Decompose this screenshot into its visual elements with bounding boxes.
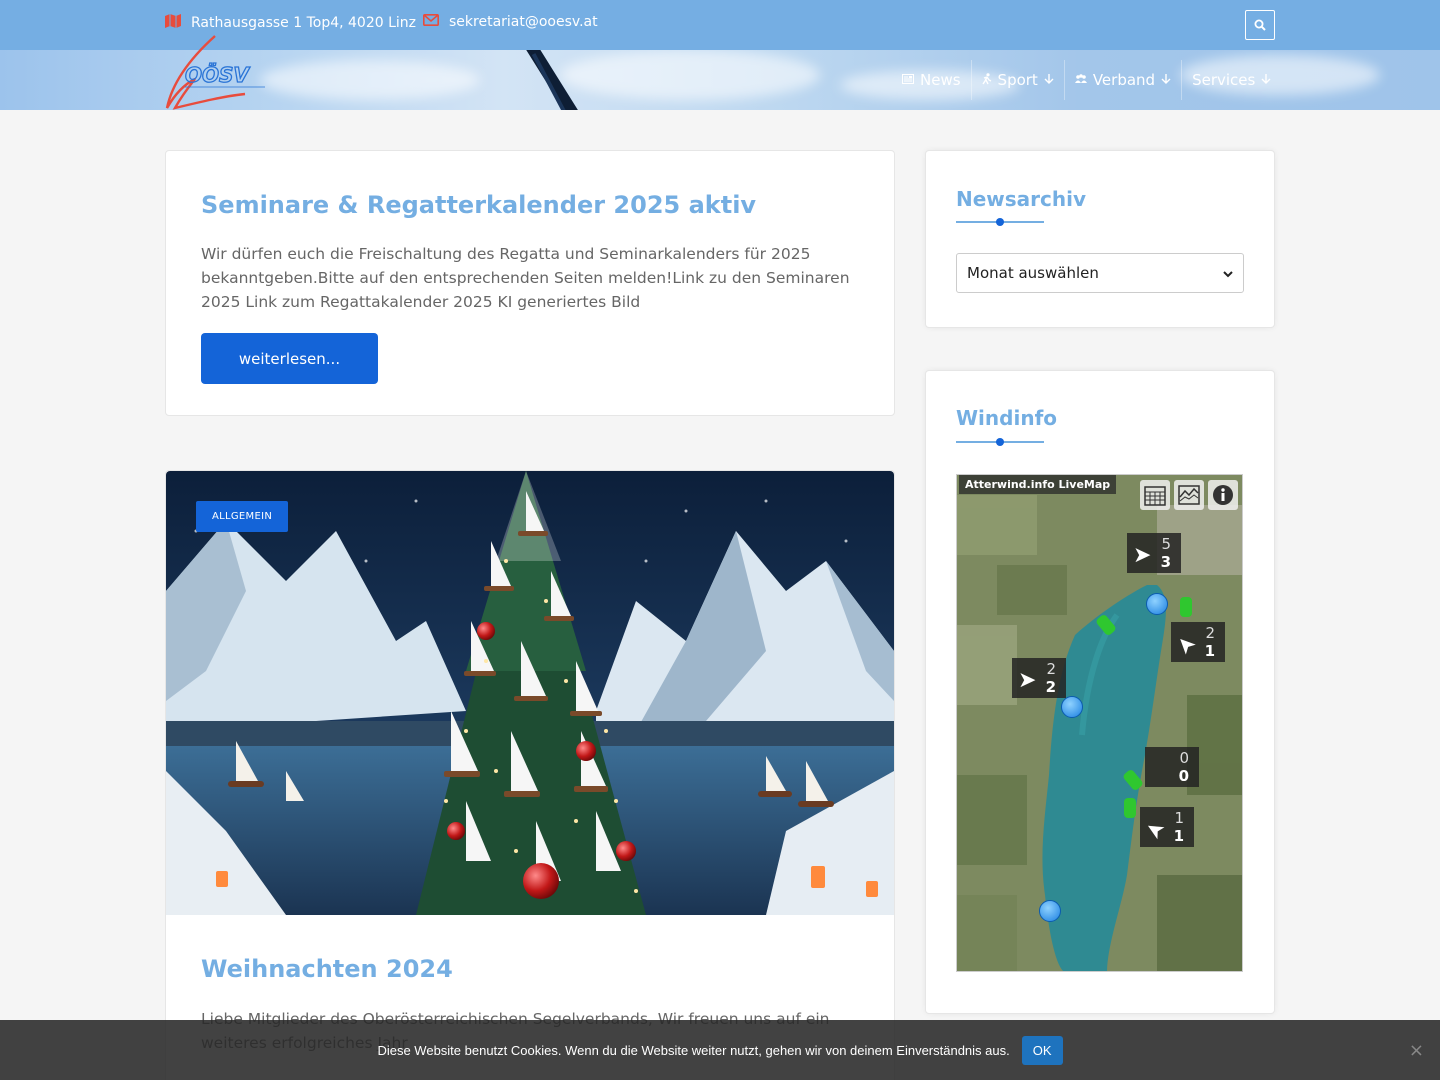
buoy-marker[interactable] [1039,900,1061,922]
arrow-down-icon [1044,71,1054,89]
envelope-icon [423,14,439,30]
wind-station[interactable]: ➤ 2 2 [1012,658,1066,698]
close-icon[interactable]: × [1409,1040,1424,1061]
wind-station[interactable]: 0 0 [1145,747,1199,787]
windinfo-widget: Windinfo Atterwind.info LiveMap ➤ 5 3 ➤ … [925,370,1275,1014]
nav-item-services[interactable]: Services [1181,60,1281,100]
title-underline [956,218,1044,226]
main-nav: News Sport Verband Services [892,60,1281,100]
info-icon[interactable] [1208,480,1238,510]
title-underline [956,438,1044,446]
address-info: Rathausgasse 1 Top4, 4020 Linz [165,14,416,32]
wind-station[interactable]: ➤ 5 3 [1127,533,1181,573]
post-featured-image[interactable]: ALLGEMEIN [166,471,894,915]
logo-graphic: OÖSV [165,35,265,110]
wind-station[interactable]: ➤ 1 1 [1140,807,1194,847]
post-card: Seminare & Regatterkalender 2025 aktiv W… [165,150,895,416]
arrow-down-icon [1261,71,1271,89]
nav-item-news[interactable]: News [892,60,971,100]
nav-item-sport[interactable]: Sport [970,60,1064,100]
email-info[interactable]: sekretariat@ooesv.at [423,14,598,30]
calendar-icon[interactable] [1140,480,1170,510]
post-title[interactable]: Weihnachten 2024 [201,955,453,983]
chart-icon[interactable] [1174,480,1204,510]
nav-label-verband: Verband [1092,71,1156,89]
archive-widget: Newsarchiv Monat auswählen [925,150,1275,328]
wind-arrow-icon: ➤ [1140,814,1170,845]
wind-livemap[interactable]: Atterwind.info LiveMap ➤ 5 3 ➤ 2 1 ➤ 2 2… [956,474,1243,972]
cookie-ok-button[interactable]: OK [1021,1035,1063,1065]
select-value: Monat auswählen [967,264,1099,282]
wind-arrow-icon: ➤ [1133,543,1152,568]
archive-month-select[interactable]: Monat auswählen [956,253,1244,293]
nav-label-news: News [920,71,961,89]
nav-label-services: Services [1192,71,1256,89]
widget-title: Newsarchiv [956,187,1087,211]
wind-arrow-icon: ➤ [1170,629,1202,660]
nav-label-sport: Sport [997,71,1038,89]
map-icon [165,14,181,32]
post-excerpt: Wir dürfen euch die Freischaltung des Re… [201,245,850,311]
search-button[interactable] [1245,10,1275,40]
station-marker[interactable] [1124,798,1136,818]
newspaper-icon [902,73,914,87]
nav-item-verband[interactable]: Verband [1063,60,1181,100]
email-link[interactable]: sekretariat@ooesv.at [449,14,598,30]
category-badge[interactable]: ALLGEMEIN [196,501,289,532]
map-title: Atterwind.info LiveMap [959,475,1117,494]
buoy-marker[interactable] [1061,696,1083,718]
buoy-marker[interactable] [1146,593,1168,615]
post-card: ALLGEMEIN Weihnachten 2024 Liebe Mitglie… [165,470,895,1080]
address-text: Rathausgasse 1 Top4, 4020 Linz [191,15,417,31]
search-icon [1254,19,1266,31]
wind-station[interactable]: ➤ 2 1 [1171,622,1225,662]
sport-icon [981,72,992,88]
wind-arrow-icon: ➤ [1018,668,1037,693]
site-logo[interactable]: OÖSV [165,34,270,110]
read-more-button[interactable]: weiterlesen... [201,333,378,384]
chevron-down-icon [1223,264,1233,282]
svg-text:OÖSV: OÖSV [185,63,250,87]
station-marker[interactable] [1180,597,1192,617]
cookie-text: Diese Website benutzt Cookies. Wenn du d… [377,1042,1010,1058]
post-title[interactable]: Seminare & Regatterkalender 2025 aktiv [201,191,756,219]
widget-title: Windinfo [956,406,1058,430]
cookie-notice: Diese Website benutzt Cookies. Wenn du d… [0,1020,1440,1080]
group-icon [1074,73,1087,87]
arrow-down-icon [1161,71,1171,89]
